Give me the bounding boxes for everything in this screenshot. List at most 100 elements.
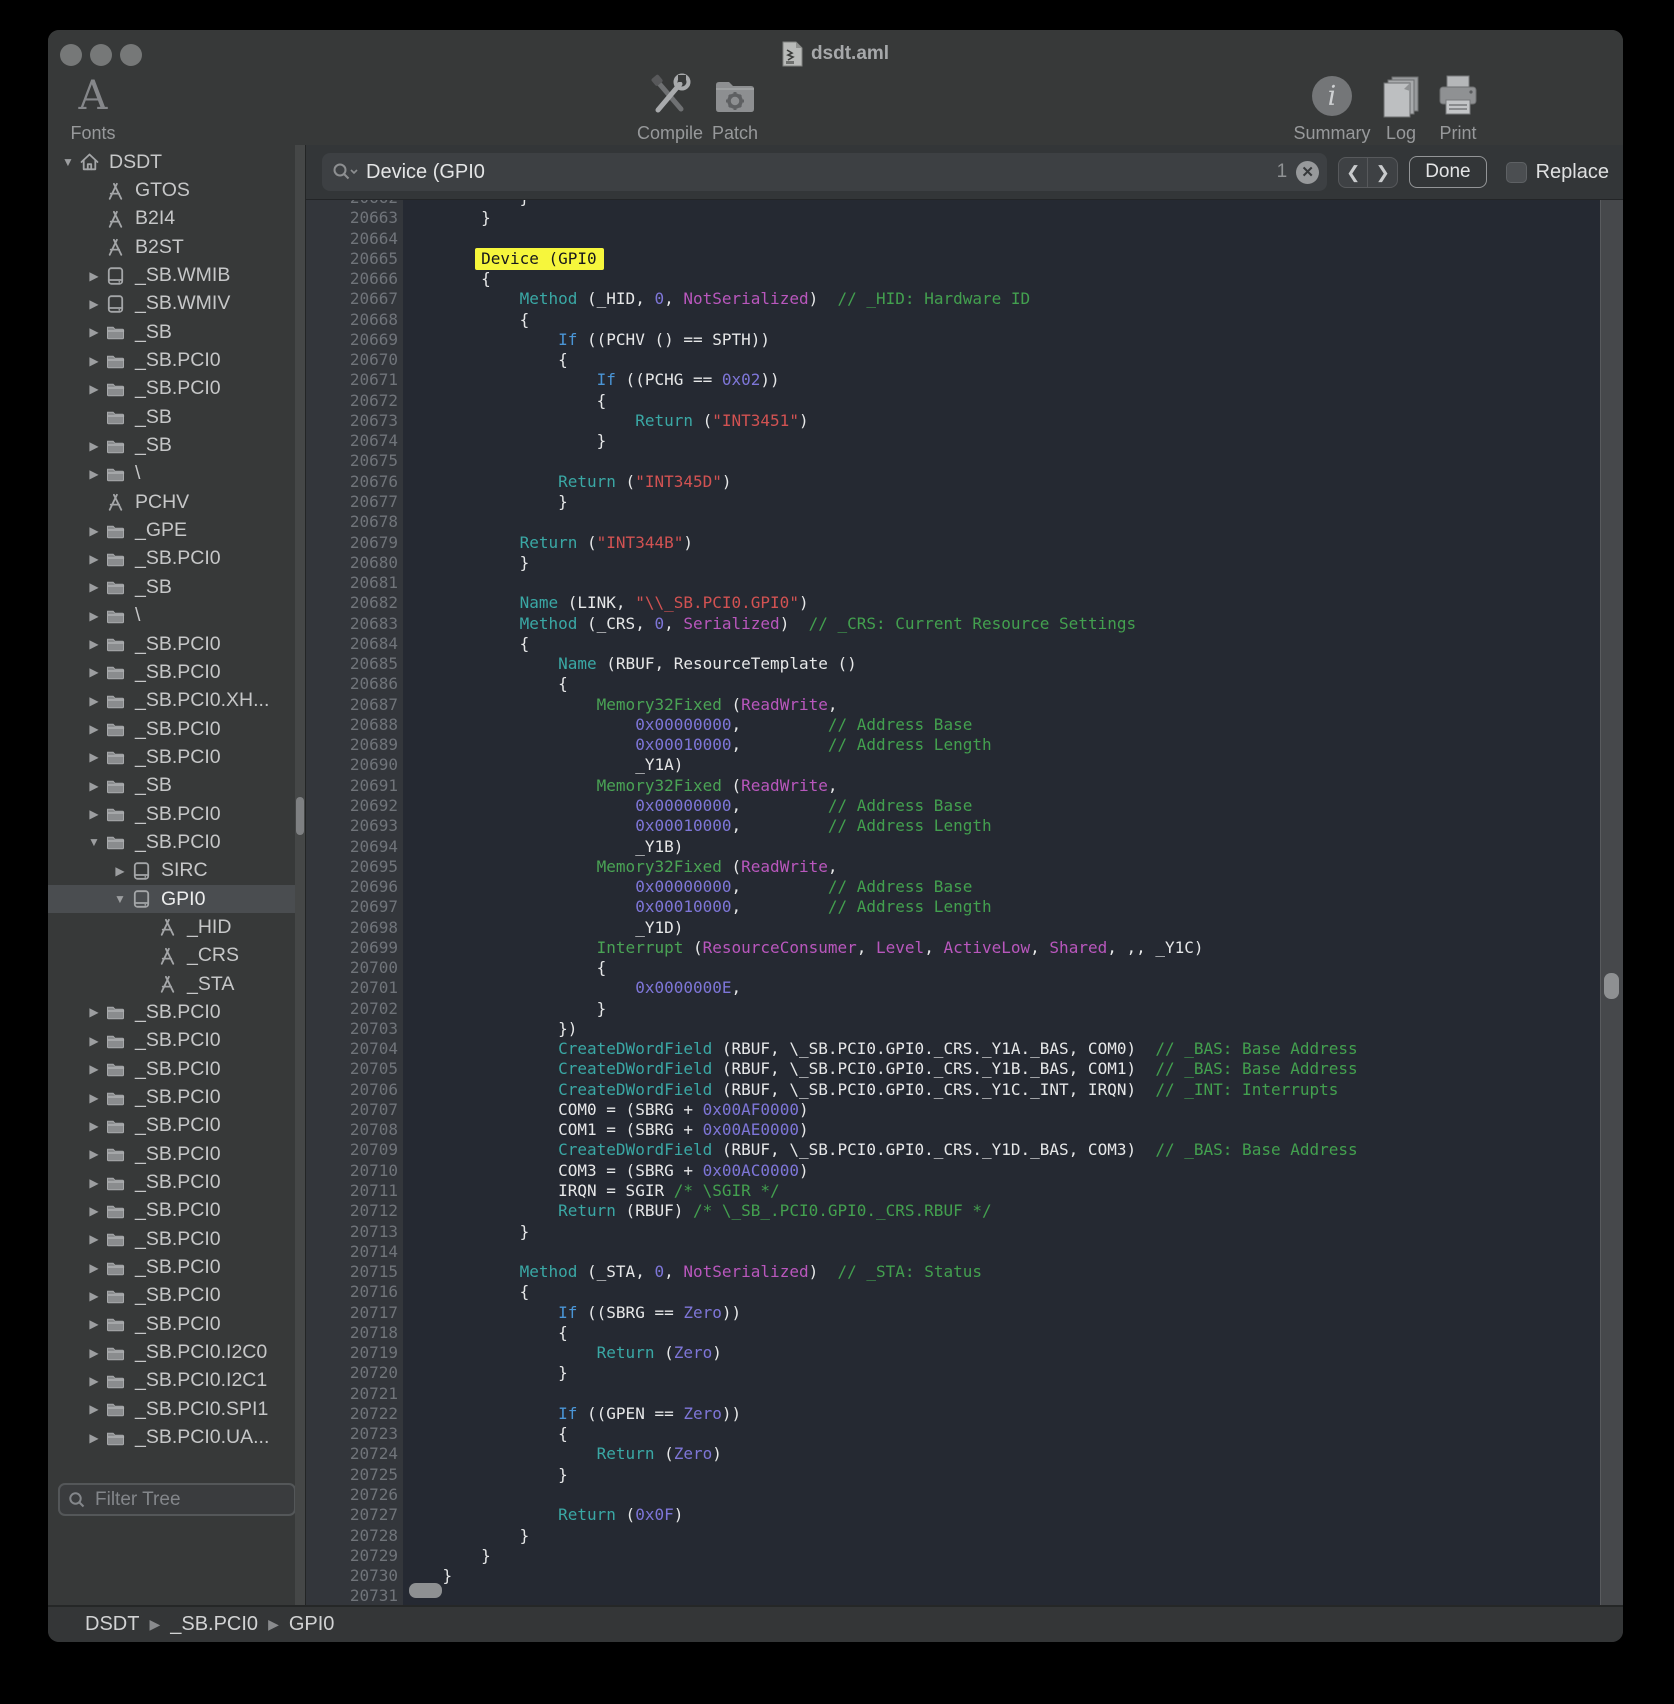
dsdt-tree[interactable]: ▼DSDTGTOSB2I4B2ST▶_SB.WMIB▶_SB.WMIV▶_SB▶… xyxy=(48,148,295,1452)
tree-item-sb-pci0[interactable]: ▶_SB.PCI0 xyxy=(48,1197,295,1225)
chevron-right-icon[interactable]: ▶ xyxy=(110,864,130,878)
chevron-down-icon[interactable]: ▼ xyxy=(58,155,78,169)
chevron-right-icon[interactable]: ▶ xyxy=(84,297,104,311)
chevron-right-icon[interactable]: ▶ xyxy=(84,325,104,339)
chevron-right-icon[interactable]: ▶ xyxy=(84,552,104,566)
tree-item-b2st[interactable]: B2ST xyxy=(48,233,295,261)
chevron-right-icon[interactable]: ▶ xyxy=(84,524,104,538)
chevron-right-icon[interactable]: ▶ xyxy=(84,580,104,594)
tree-item-sb-wmib[interactable]: ▶_SB.WMIB xyxy=(48,261,295,289)
tree-item-sb[interactable]: _SB xyxy=(48,403,295,431)
chevron-right-icon[interactable]: ▶ xyxy=(84,1374,104,1388)
chevron-right-icon[interactable]: ▶ xyxy=(84,354,104,368)
chevron-down-icon[interactable]: ▼ xyxy=(84,835,104,849)
chevron-right-icon[interactable]: ▶ xyxy=(84,1346,104,1360)
tree-item-sb-pci0[interactable]: ▶_SB.PCI0 xyxy=(48,800,295,828)
tree-item-sb-pci0[interactable]: ▶_SB.PCI0 xyxy=(48,1027,295,1055)
tree-item-sb-pci0[interactable]: ▶_SB.PCI0 xyxy=(48,1225,295,1253)
horizontal-scrollbar-thumb[interactable] xyxy=(409,1583,442,1598)
tree-item-sb-pci0[interactable]: ▶_SB.PCI0 xyxy=(48,715,295,743)
vertical-scrollbar-thumb[interactable] xyxy=(1604,973,1619,999)
patch-button[interactable]: Patch xyxy=(695,72,775,144)
chevron-right-icon[interactable]: ▶ xyxy=(84,269,104,283)
tree-item-hid[interactable]: _HID xyxy=(48,913,295,941)
filter-field[interactable] xyxy=(58,1483,296,1516)
summary-button[interactable]: i Summary xyxy=(1282,72,1382,144)
tree-item-sb-pci0[interactable]: ▶_SB.PCI0 xyxy=(48,1140,295,1168)
chevron-right-icon[interactable]: ▶ xyxy=(84,467,104,481)
breadcrumb-item[interactable]: DSDT xyxy=(85,1613,139,1636)
tree-item-sb-pci0-i2c1[interactable]: ▶_SB.PCI0.I2C1 xyxy=(48,1367,295,1395)
tree-item-gpi0[interactable]: ▼GPI0 xyxy=(48,885,295,913)
tree-item-crs[interactable]: _CRS xyxy=(48,942,295,970)
breadcrumb-item[interactable]: _SB.PCI0 xyxy=(170,1613,258,1636)
find-next-button[interactable]: ❯ xyxy=(1368,158,1397,187)
fonts-button[interactable]: A Fonts xyxy=(48,72,138,144)
chevron-right-icon[interactable]: ▶ xyxy=(84,637,104,651)
breadcrumb-item[interactable]: GPI0 xyxy=(289,1613,335,1636)
tree-item-sb-pci0[interactable]: ▶_SB.PCI0 xyxy=(48,545,295,573)
chevron-right-icon[interactable]: ▶ xyxy=(84,1431,104,1445)
tree-item-sb[interactable]: ▶_SB xyxy=(48,431,295,459)
chevron-right-icon[interactable]: ▶ xyxy=(84,1034,104,1048)
chevron-right-icon[interactable]: ▶ xyxy=(84,609,104,623)
tree-item-dsdt[interactable]: ▼DSDT xyxy=(48,148,295,176)
tree-item-sb-pci0-spi1[interactable]: ▶_SB.PCI0.SPI1 xyxy=(48,1395,295,1423)
chevron-right-icon[interactable]: ▶ xyxy=(84,665,104,679)
filter-input[interactable] xyxy=(93,1488,286,1512)
tree-item-sb-wmiv[interactable]: ▶_SB.WMIV xyxy=(48,290,295,318)
chevron-right-icon[interactable]: ▶ xyxy=(84,1402,104,1416)
chevron-right-icon[interactable]: ▶ xyxy=(84,439,104,453)
done-button[interactable]: Done xyxy=(1409,156,1486,188)
tree-item-sirc[interactable]: ▶SIRC xyxy=(48,857,295,885)
tree-item-gpe[interactable]: ▶_GPE xyxy=(48,516,295,544)
chevron-right-icon[interactable]: ▶ xyxy=(84,1232,104,1246)
chevron-right-icon[interactable]: ▶ xyxy=(84,694,104,708)
chevron-right-icon[interactable]: ▶ xyxy=(84,1091,104,1105)
search-input[interactable] xyxy=(366,161,1277,184)
tree-item-sb-pci0[interactable]: ▶_SB.PCI0 xyxy=(48,1112,295,1140)
chevron-right-icon[interactable]: ▶ xyxy=(84,750,104,764)
tree-item-sb-pci0[interactable]: ▶_SB.PCI0 xyxy=(48,1055,295,1083)
tree-item-sb[interactable]: ▶_SB xyxy=(48,772,295,800)
chevron-right-icon[interactable]: ▶ xyxy=(84,1204,104,1218)
tree-item-sb-pci0[interactable]: ▶_SB.PCI0 xyxy=(48,375,295,403)
log-button[interactable]: Log xyxy=(1371,72,1431,144)
sidebar-scrollbar-thumb[interactable] xyxy=(296,797,304,835)
tree-item-sb-pci0[interactable]: ▼_SB.PCI0 xyxy=(48,828,295,856)
tree-item-sb-pci0[interactable]: ▶_SB.PCI0 xyxy=(48,346,295,374)
tree-item-sb-pci0[interactable]: ▶_SB.PCI0 xyxy=(48,1310,295,1338)
chevron-right-icon[interactable]: ▶ xyxy=(84,1119,104,1133)
chevron-right-icon[interactable]: ▶ xyxy=(84,1261,104,1275)
tree-item-pchv[interactable]: PCHV xyxy=(48,488,295,516)
print-button[interactable]: Print xyxy=(1423,72,1493,144)
tree-item-sb-pci0-ua[interactable]: ▶_SB.PCI0.UA... xyxy=(48,1423,295,1451)
clear-search-icon[interactable]: ✕ xyxy=(1296,161,1319,184)
tree-item-sb-pci0[interactable]: ▶_SB.PCI0 xyxy=(48,1282,295,1310)
chevron-right-icon[interactable]: ▶ xyxy=(84,1176,104,1190)
tree-item-sb-pci0[interactable]: ▶_SB.PCI0 xyxy=(48,998,295,1026)
tree-item-[interactable]: ▶\ xyxy=(48,602,295,630)
tree-item-sb-pci0[interactable]: ▶_SB.PCI0 xyxy=(48,630,295,658)
sidebar-scrollbar[interactable] xyxy=(295,145,305,1605)
chevron-right-icon[interactable]: ▶ xyxy=(84,722,104,736)
code-editor[interactable]: 20662 }20663 }2066420665 Device (GPI0206… xyxy=(306,200,1623,1605)
tree-item-sb-pci0-i2c0[interactable]: ▶_SB.PCI0.I2C0 xyxy=(48,1338,295,1366)
vertical-scrollbar[interactable] xyxy=(1600,200,1623,1605)
tree-item-sb-pci0[interactable]: ▶_SB.PCI0 xyxy=(48,743,295,771)
chevron-right-icon[interactable]: ▶ xyxy=(84,1005,104,1019)
chevron-right-icon[interactable]: ▶ xyxy=(84,1289,104,1303)
tree-item-sb[interactable]: ▶_SB xyxy=(48,318,295,346)
search-field[interactable]: 1 ✕ xyxy=(322,153,1327,191)
chevron-down-icon[interactable]: ▼ xyxy=(110,892,130,906)
chevron-right-icon[interactable]: ▶ xyxy=(84,807,104,821)
find-previous-button[interactable]: ❮ xyxy=(1339,158,1368,187)
tree-item-[interactable]: ▶\ xyxy=(48,460,295,488)
tree-item-b2i4[interactable]: B2I4 xyxy=(48,205,295,233)
chevron-right-icon[interactable]: ▶ xyxy=(84,1147,104,1161)
tree-item-sb[interactable]: ▶_SB xyxy=(48,573,295,601)
tree-item-sb-pci0[interactable]: ▶_SB.PCI0 xyxy=(48,1168,295,1196)
tree-item-sb-pci0[interactable]: ▶_SB.PCI0 xyxy=(48,658,295,686)
chevron-right-icon[interactable]: ▶ xyxy=(84,382,104,396)
chevron-right-icon[interactable]: ▶ xyxy=(84,1317,104,1331)
